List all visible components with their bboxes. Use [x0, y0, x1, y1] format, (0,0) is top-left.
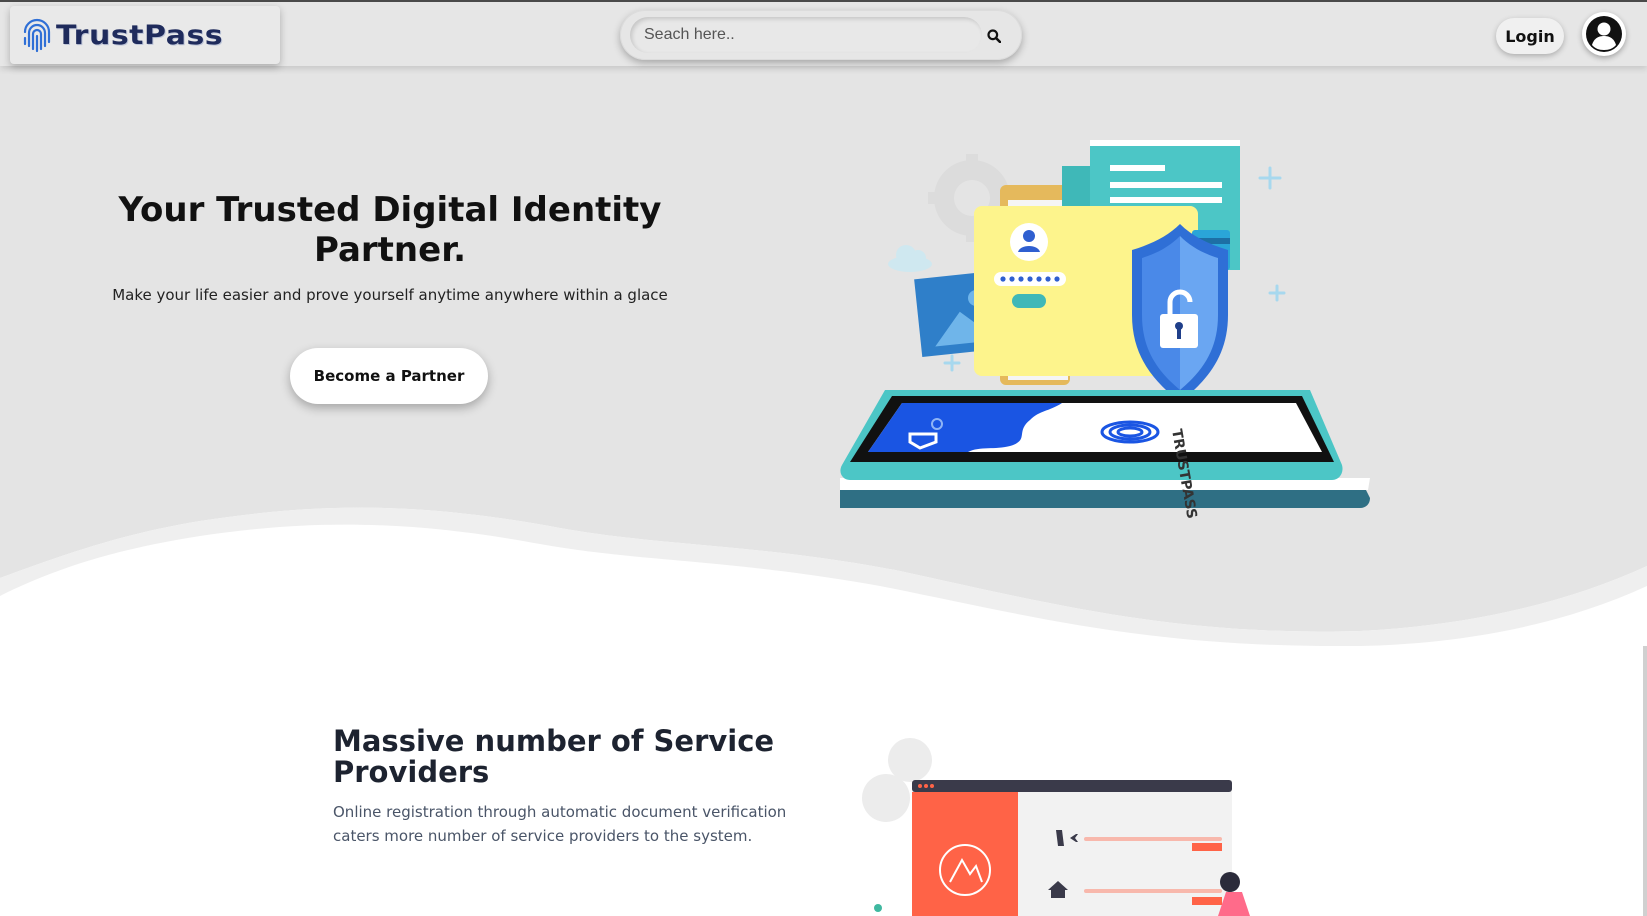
search-bar: [620, 10, 1022, 60]
top-navbar: TrustPass Login: [0, 0, 1647, 66]
search-icon: [987, 29, 1001, 43]
search-input[interactable]: [630, 17, 982, 53]
fingerprint-icon: [23, 18, 51, 53]
search-button[interactable]: [982, 24, 1006, 48]
service-providers-illustration: [862, 738, 1250, 916]
smartphone-illustration: TRUSTPASS: [840, 390, 1370, 520]
brand-name: TrustPass: [56, 19, 224, 51]
user-profile-icon: [1586, 16, 1622, 52]
brand-logo[interactable]: TrustPass: [10, 6, 280, 64]
browser-window: [912, 780, 1232, 916]
hero-subtitle: Make your life easier and prove yourself…: [112, 286, 668, 304]
cloud-icon: [888, 245, 932, 272]
feature-description: Online registration through automatic do…: [333, 803, 787, 845]
digital-identity-illustration: TRUSTPASS: [840, 140, 1370, 520]
become-partner-button[interactable]: Become a Partner: [290, 348, 488, 404]
user-avatar[interactable]: [1582, 12, 1626, 56]
user-icon: [1010, 223, 1048, 261]
login-button[interactable]: Login: [1496, 18, 1564, 54]
feature-title: Massive number of Service Providers: [333, 724, 775, 789]
hero-title: Your Trusted Digital Identity Partner.: [118, 190, 662, 270]
